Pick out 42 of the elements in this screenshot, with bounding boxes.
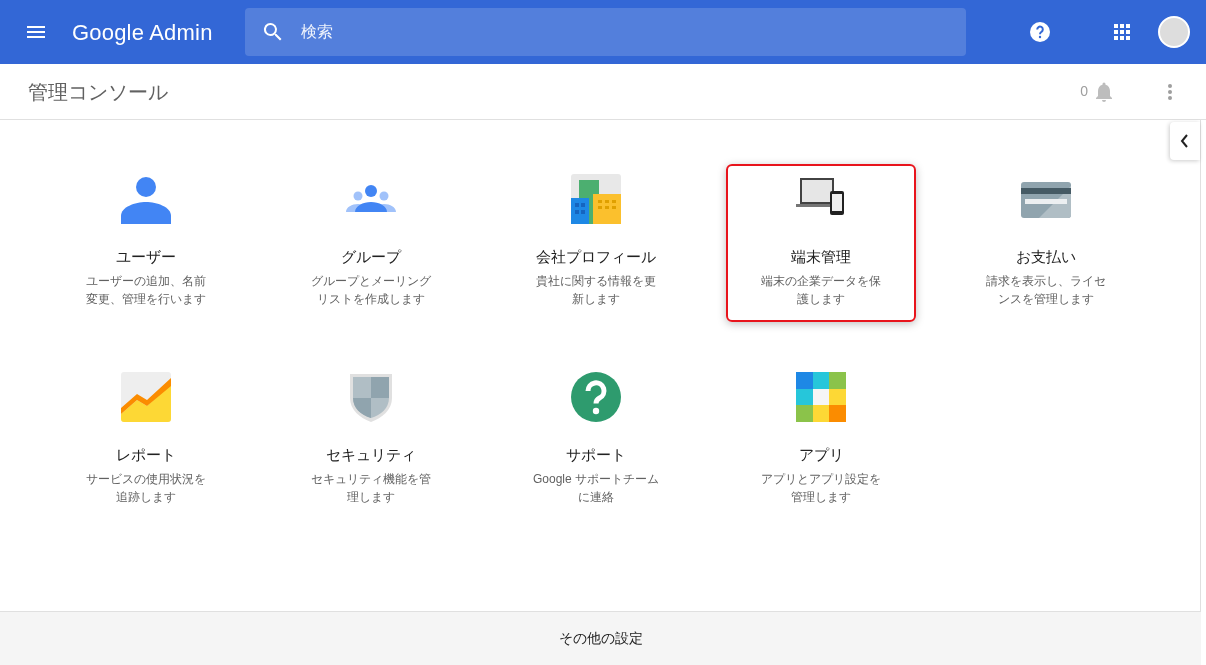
- notification-count: 0: [1080, 82, 1088, 101]
- buildings-icon: [571, 174, 621, 224]
- admin-tile[interactable]: ユーザー ユーザーの追加、名前 変更、管理を行います: [51, 164, 241, 322]
- tile-description: Google サポートチーム に連絡: [533, 470, 659, 506]
- admin-tile[interactable]: 端末管理 端末の企業データを保 護します: [726, 164, 916, 322]
- help-button[interactable]: [1028, 20, 1052, 44]
- admin-tile[interactable]: お支払い 請求を表示し、ライセ ンスを管理します: [951, 164, 1141, 322]
- admin-tile[interactable]: レポート サービスの使用状況を 追跡します: [51, 362, 241, 520]
- tile-title: サポート: [566, 445, 626, 465]
- tile-description: セキュリティ機能を管 理します: [311, 470, 431, 506]
- tile-title: 端末管理: [791, 247, 851, 267]
- collapse-panel-button[interactable]: [1170, 122, 1200, 160]
- tile-title: レポート: [116, 445, 176, 465]
- tile-title: お支払い: [1016, 247, 1076, 267]
- more-icon: [1168, 83, 1172, 100]
- tile-description: 貴社に関する情報を更 新します: [536, 272, 656, 308]
- tile-title: セキュリティ: [326, 445, 416, 465]
- admin-tile[interactable]: 会社プロフィール 貴社に関する情報を更 新します: [501, 164, 691, 322]
- tile-grid-icon: [796, 372, 846, 422]
- tile-title: 会社プロフィール: [536, 247, 656, 267]
- admin-tile[interactable]: アプリ アプリとアプリ設定を 管理します: [726, 362, 916, 520]
- tile-title: ユーザー: [116, 247, 176, 267]
- tile-description: 端末の企業データを保 護します: [761, 272, 881, 308]
- tile-title: グループ: [341, 247, 401, 267]
- tile-description: ユーザーの追加、名前 変更、管理を行います: [86, 272, 206, 308]
- tile-description: サービスの使用状況を 追跡します: [86, 470, 206, 506]
- tile-description: アプリとアプリ設定を 管理します: [761, 470, 881, 506]
- account-avatar[interactable]: [1158, 16, 1190, 48]
- page-title: 管理コンソール: [28, 79, 168, 104]
- admin-tile[interactable]: セキュリティ セキュリティ機能を管 理します: [276, 362, 466, 520]
- help-circle-icon: [571, 372, 621, 422]
- tile-title: アプリ: [798, 445, 844, 465]
- tile-description: 請求を表示し、ライセ ンスを管理します: [986, 272, 1106, 308]
- tile-description: グループとメーリング リストを作成します: [311, 272, 431, 308]
- chart-icon: [121, 372, 171, 422]
- more-settings-link[interactable]: その他の設定: [552, 627, 649, 650]
- chevron-left-icon: [1179, 134, 1191, 148]
- help-icon: [1028, 20, 1052, 44]
- admin-tile[interactable]: サポート Google サポートチーム に連絡: [501, 362, 691, 520]
- admin-tile[interactable]: グループ グループとメーリング リストを作成します: [276, 164, 466, 322]
- person-icon: [121, 174, 171, 224]
- app-name[interactable]: Google Admin: [72, 15, 213, 49]
